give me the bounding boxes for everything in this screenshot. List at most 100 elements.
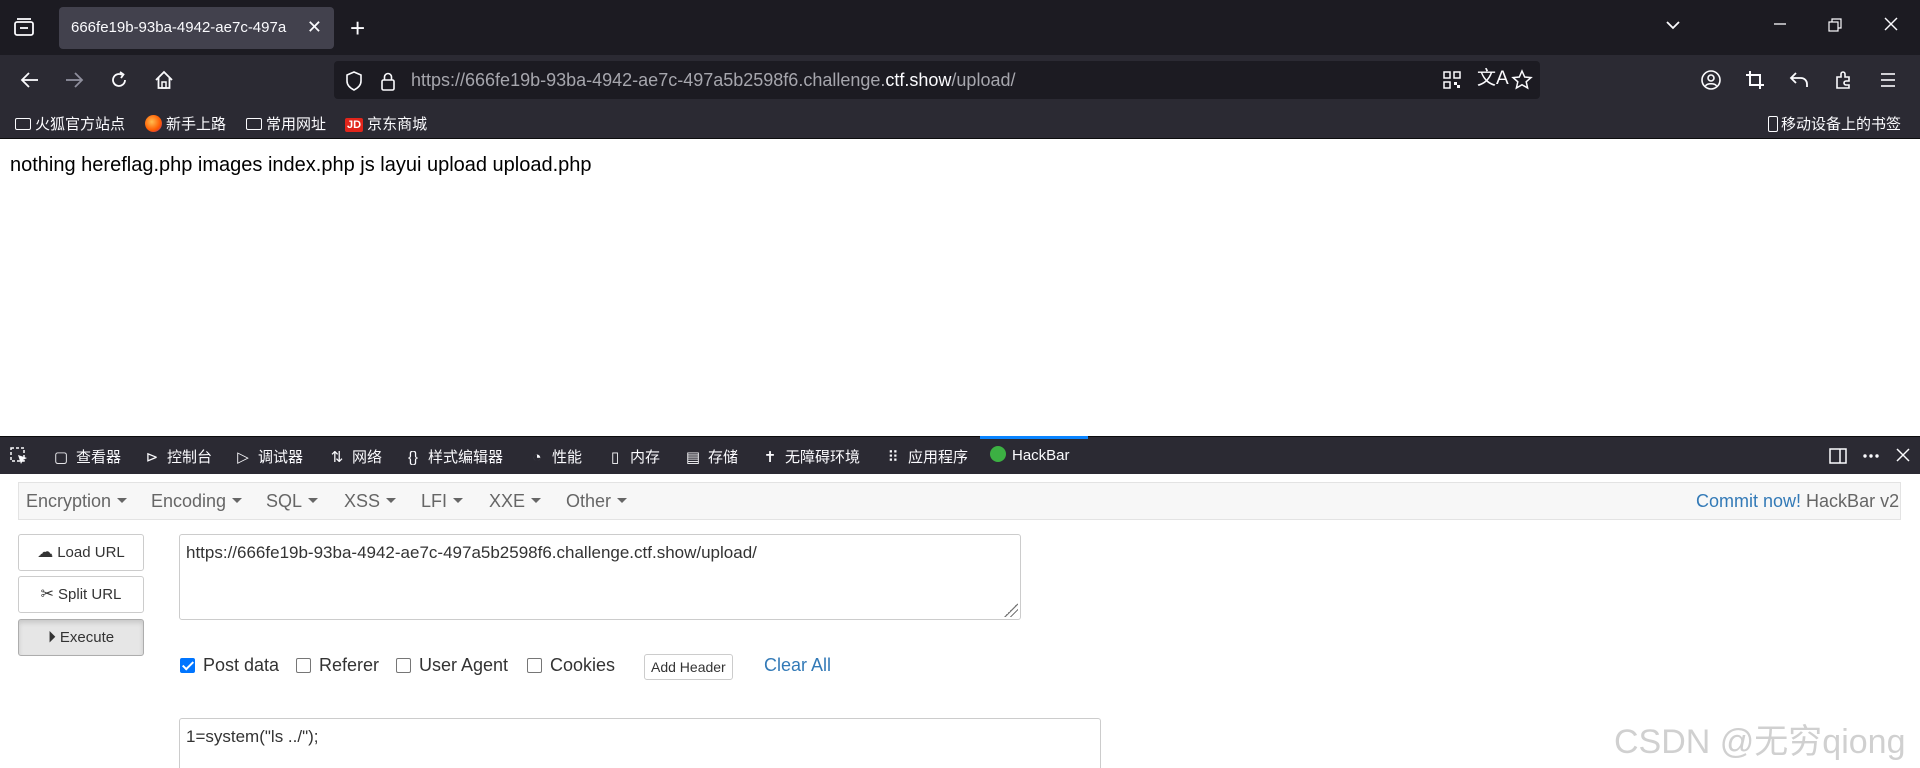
option-label: User Agent [419, 655, 509, 675]
load-url-button[interactable]: ☁ Load URL [18, 534, 144, 571]
bookmark-folder-common[interactable]: 常用网址 [246, 113, 326, 134]
firefox-icon [145, 115, 162, 132]
user-agent-option[interactable]: User Agent [396, 655, 508, 676]
add-header-button[interactable]: Add Header [644, 654, 733, 680]
menu-label: XSS [344, 491, 381, 511]
minimize-icon[interactable] [1772, 16, 1788, 36]
extensions-icon[interactable] [1833, 69, 1855, 95]
url-textarea[interactable]: https://666fe19b-93ba-4942-ae7c-497a5b25… [179, 534, 1021, 620]
menu-hamburger-icon[interactable] [1878, 70, 1898, 94]
url-path: /upload/ [951, 70, 1016, 90]
devtools-tab-performance[interactable]: ◔ 性能 [528, 446, 582, 467]
devtools-close-icon[interactable] [1895, 447, 1911, 467]
post-data-option[interactable]: Post data [180, 655, 279, 676]
menu-encoding[interactable]: Encoding [151, 491, 243, 512]
post-data-value: 1=system("ls ../"); [186, 727, 319, 746]
window-close-icon[interactable] [1883, 16, 1899, 36]
back-icon[interactable] [19, 70, 41, 94]
menu-label: XXE [489, 491, 526, 511]
page-viewport [0, 140, 1920, 436]
clear-all-link[interactable]: Clear All [764, 655, 831, 676]
mobile-bookmarks[interactable]: 移动设备上的书签 [1768, 113, 1901, 134]
memory-icon: ▯ [610, 449, 620, 466]
split-url-button[interactable]: ✂ Split URL [18, 576, 144, 613]
mobile-device-icon [1768, 116, 1778, 132]
scissors-icon: ✂ [40, 586, 55, 603]
caret-down-icon [386, 498, 397, 503]
active-tab-indicator [980, 436, 1088, 439]
checkbox-icon[interactable] [527, 658, 542, 673]
lock-icon[interactable] [379, 70, 397, 96]
menu-sql[interactable]: SQL [266, 491, 319, 512]
commit-link[interactable]: Commit now! [1696, 491, 1801, 511]
devtools-tab-inspector[interactable]: ▢ 查看器 [52, 446, 121, 467]
menu-encryption[interactable]: Encryption [26, 491, 128, 512]
button-label: Load URL [57, 544, 125, 561]
bookmark-label: 新手上路 [166, 116, 227, 133]
folder-icon [246, 118, 262, 130]
menu-lfi[interactable]: LFI [421, 491, 464, 512]
menu-label: SQL [266, 491, 303, 511]
tab-title: 666fe19b-93ba-4942-ae7c-497a [71, 19, 287, 36]
new-tab-icon[interactable]: + [350, 15, 365, 41]
jd-icon: JD [345, 118, 364, 132]
menu-xxe[interactable]: XXE [489, 491, 542, 512]
network-icon: ⇅ [330, 449, 344, 466]
qr-code-icon[interactable] [1442, 70, 1462, 94]
translate-icon[interactable]: 文A [1477, 69, 1509, 88]
restore-icon[interactable] [1827, 17, 1843, 37]
bookmark-label: 常用网址 [266, 116, 327, 133]
tab-label: 存储 [708, 449, 739, 466]
url-text[interactable]: https://666fe19b-93ba-4942-ae7c-497a5b25… [411, 70, 1015, 91]
menu-label: Encoding [151, 491, 227, 511]
devtools-tab-network[interactable]: ⇅ 网络 [328, 446, 382, 467]
devtools-tab-memory[interactable]: ▯ 内存 [606, 446, 660, 467]
resize-grip-icon[interactable] [1004, 603, 1018, 617]
devtools-tab-storage[interactable]: ▤ 存储 [684, 446, 738, 467]
referer-option[interactable]: Referer [296, 655, 379, 676]
devtools-tab-application[interactable]: ⠿ 应用程序 [884, 446, 969, 467]
execute-button[interactable]: ⏵ Execute [18, 619, 144, 656]
undo-arrow-icon[interactable] [1788, 69, 1810, 95]
devtools-tab-hackbar[interactable]: HackBar [990, 446, 1070, 464]
application-icon: ⠿ [887, 449, 899, 466]
cookies-option[interactable]: Cookies [527, 655, 615, 676]
tab-list-icon[interactable] [13, 17, 35, 41]
tab-close-icon[interactable]: ✕ [307, 17, 322, 38]
tab-label: 网络 [352, 449, 383, 466]
devtools-tab-console[interactable]: ⊳ 控制台 [143, 446, 212, 467]
browser-tab[interactable]: 666fe19b-93ba-4942-ae7c-497a ✕ [59, 7, 334, 49]
devtools-tab-style-editor[interactable]: {} 样式编辑器 [404, 446, 503, 467]
checkbox-checked-icon[interactable] [180, 658, 195, 673]
watermark: CSDN @无穷qiong [1614, 723, 1906, 761]
bookmark-star-icon[interactable] [1511, 69, 1533, 95]
menu-other[interactable]: Other [566, 491, 628, 512]
checkbox-icon[interactable] [296, 658, 311, 673]
dock-side-icon[interactable] [1828, 446, 1848, 470]
bookmark-getting-started[interactable]: 新手上路 [145, 113, 226, 134]
screenshot-crop-icon[interactable] [1744, 69, 1766, 95]
menu-label: Encryption [26, 491, 112, 511]
element-picker-icon[interactable] [9, 446, 29, 470]
devtools-tab-debugger[interactable]: ▷ 调试器 [234, 446, 303, 467]
tab-label: 查看器 [76, 449, 122, 466]
list-all-tabs-icon[interactable] [1664, 16, 1682, 38]
bookmark-folder-firefox[interactable]: 火狐官方站点 [15, 113, 125, 134]
page-output-text: nothing hereflag.php images index.php js… [10, 154, 592, 176]
reload-icon[interactable] [108, 69, 130, 95]
hackbar-version: HackBar v2 [1806, 491, 1900, 511]
account-icon[interactable] [1700, 69, 1722, 95]
shield-icon[interactable] [344, 70, 364, 96]
home-icon[interactable] [153, 69, 175, 95]
debugger-icon: ▷ [237, 449, 249, 466]
caret-down-icon [617, 498, 628, 503]
more-options-icon[interactable] [1861, 446, 1881, 470]
checkbox-icon[interactable] [396, 658, 411, 673]
menu-xss[interactable]: XSS [344, 491, 397, 512]
forward-icon[interactable] [63, 70, 85, 94]
bookmark-jd[interactable]: JD 京东商城 [345, 113, 427, 134]
bookmark-label: 移动设备上的书签 [1781, 116, 1902, 133]
devtools-tab-accessibility[interactable]: ✝ 无障碍环境 [761, 446, 860, 467]
url-textarea-value: https://666fe19b-93ba-4942-ae7c-497a5b25… [186, 543, 757, 562]
post-data-textarea[interactable]: 1=system("ls ../"); [179, 718, 1101, 768]
